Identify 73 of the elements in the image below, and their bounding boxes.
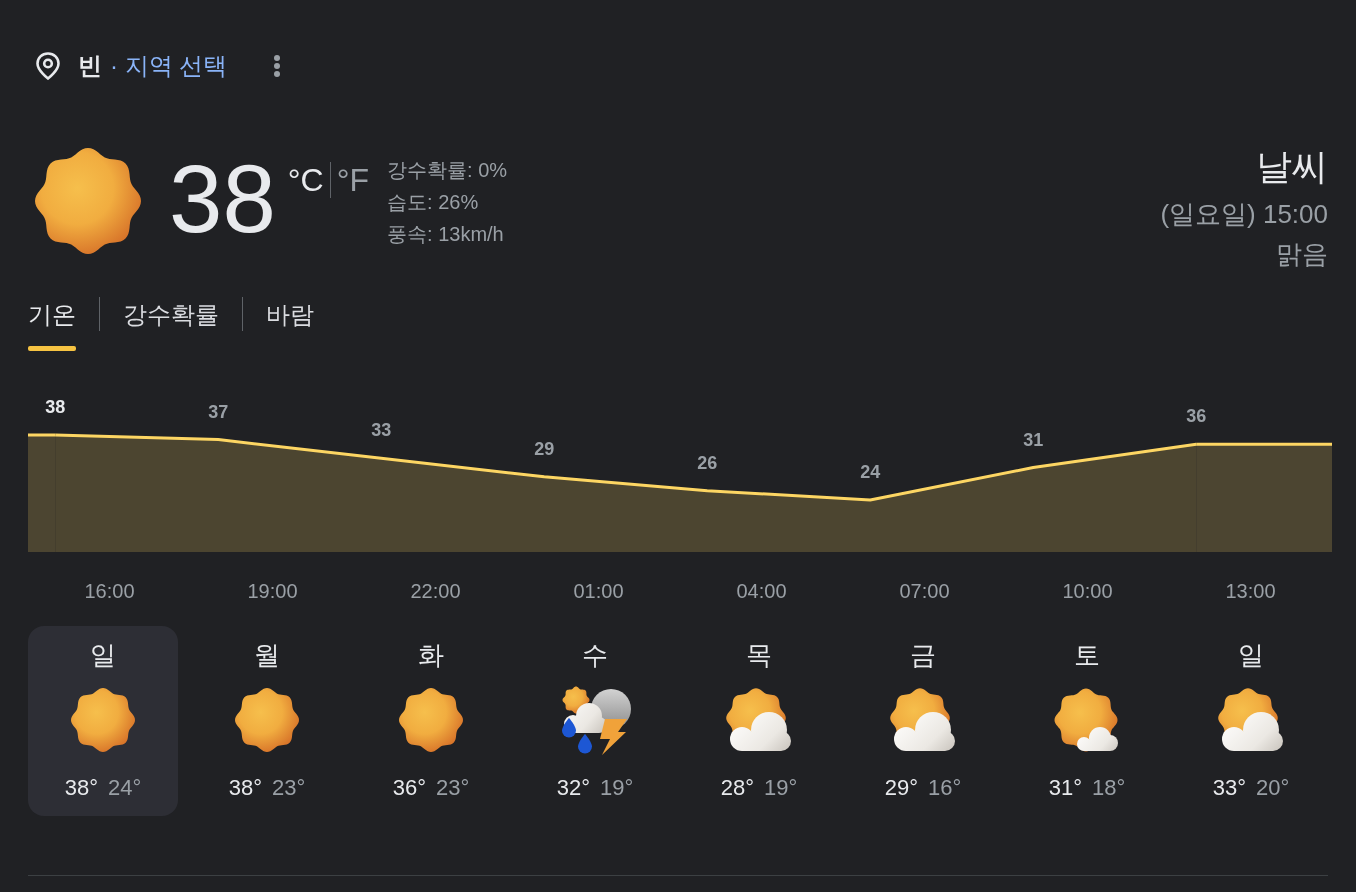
tab[interactable]: 바람 [266, 300, 314, 351]
day-label: 토 [1074, 639, 1100, 671]
date-time: (일요일) 15:00 [1160, 198, 1328, 231]
temperature-value-label: 38 [45, 397, 66, 417]
temperature-value-label: 31 [1023, 429, 1044, 450]
time-label: 04:00 [736, 580, 787, 602]
temperature-value-label: 36 [1186, 406, 1207, 427]
tab[interactable]: 강수확률 [123, 300, 219, 351]
time-label: 22:00 [410, 580, 461, 602]
tab[interactable]: 기온 [28, 300, 76, 351]
choose-region-link[interactable]: · 지역 선택 [110, 50, 228, 82]
low-temperature: 20° [1256, 774, 1290, 802]
low-temperature: 23° [272, 774, 306, 802]
high-temperature: 32° [556, 774, 590, 802]
sun-behind-cloud-icon [725, 688, 793, 752]
time-label: 10:00 [1062, 580, 1113, 602]
high-temperature: 38° [64, 774, 98, 802]
sun-icon [35, 148, 141, 254]
day-label: 일 [1238, 639, 1264, 671]
time-label: 16:00 [84, 580, 135, 602]
day-label: 화 [418, 639, 444, 671]
sun-small-cloud-icon [1053, 688, 1121, 752]
unit-button[interactable]: °F [336, 164, 370, 196]
sun-behind-cloud-icon [1217, 688, 1285, 752]
high-temperature: 33° [1212, 774, 1246, 802]
day-label: 금 [910, 639, 936, 671]
day-label: 월 [254, 639, 280, 671]
more-options-icon[interactable] [274, 55, 281, 77]
time-label: 01:00 [573, 580, 624, 602]
day-label: 목 [746, 639, 772, 671]
low-temperature: 19° [600, 774, 634, 802]
current-temperature: 38 [169, 151, 276, 247]
day-card[interactable]: 수 32° 19° [520, 626, 670, 816]
high-temperature: 28° [720, 774, 754, 802]
low-temperature: 23° [436, 774, 470, 802]
day-card[interactable]: 화 36° 23° [356, 626, 506, 816]
thunderstorm-icon [559, 685, 631, 755]
sun-icon [71, 688, 135, 752]
weather-detail: 강수확률: 0% [387, 158, 508, 183]
weather-detail: 풍속: 13km/h [387, 222, 505, 247]
location-name: 빈 [78, 51, 102, 81]
condition-text: 맑음 [1276, 238, 1328, 271]
day-card[interactable]: 일 33° 20° [1176, 626, 1326, 816]
day-card[interactable]: 금 29° 16° [848, 626, 998, 816]
sun-behind-cloud-icon [889, 688, 957, 752]
high-temperature: 36° [392, 774, 426, 802]
temperature-value-label: 26 [697, 452, 718, 473]
weather-title: 날씨 [1256, 145, 1328, 189]
temperature-value-label: 29 [534, 438, 555, 459]
day-label: 수 [582, 639, 608, 671]
temperature-value-label: 33 [371, 420, 392, 441]
weather-detail: 습도: 26% [387, 190, 480, 215]
low-temperature: 19° [764, 774, 798, 802]
unit-button[interactable]: °C [287, 164, 324, 196]
high-temperature: 38° [228, 774, 262, 802]
day-card[interactable]: 일 38° 24° [28, 626, 178, 816]
time-label: 19:00 [247, 580, 298, 602]
day-label: 일 [90, 639, 116, 671]
temperature-value-label: 37 [208, 401, 229, 422]
high-temperature: 29° [884, 774, 918, 802]
time-label: 07:00 [899, 580, 950, 602]
low-temperature: 16° [928, 774, 962, 802]
low-temperature: 24° [108, 774, 142, 802]
low-temperature: 18° [1092, 774, 1126, 802]
time-label: 13:00 [1225, 580, 1276, 602]
sun-icon [399, 688, 463, 752]
location-pin-icon [36, 52, 60, 80]
sun-icon [235, 688, 299, 752]
high-temperature: 31° [1048, 774, 1082, 802]
day-card[interactable]: 월 38° 23° [192, 626, 342, 816]
temperature-value-label: 24 [860, 462, 881, 482]
day-card[interactable]: 토 31° 18° [1012, 626, 1162, 816]
day-card[interactable]: 목 28° 19° [684, 626, 834, 816]
